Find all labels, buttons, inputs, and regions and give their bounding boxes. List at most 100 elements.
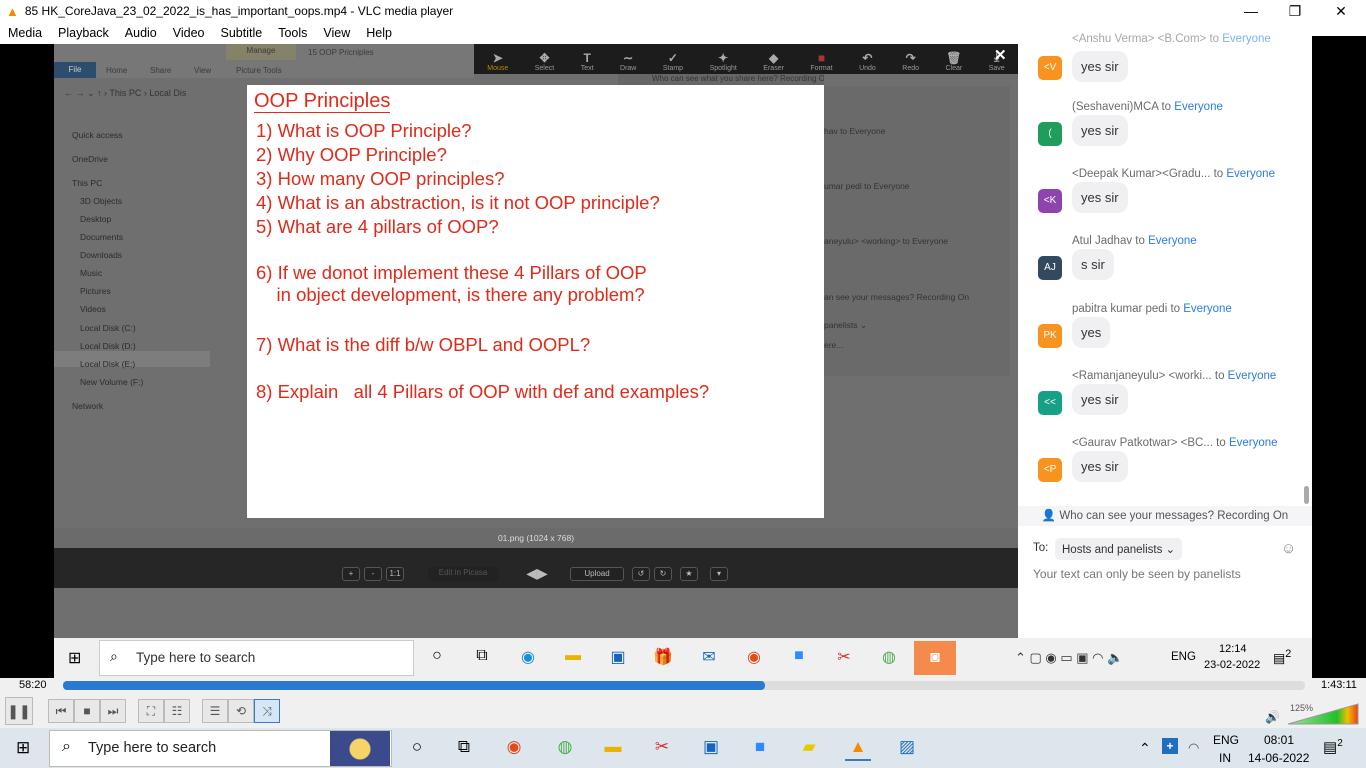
recipient-link[interactable]: Everyone [1226,168,1275,180]
minimize-button[interactable]: — [1228,0,1274,22]
slide-question: 8) Explain all 4 Pillars of OOP with def… [256,381,710,402]
clock-time[interactable]: 08:01 [1264,733,1294,747]
stamp-icon: ✓ [667,51,678,65]
previous-button[interactable]: ⏮ [48,699,74,723]
recipient-link[interactable]: Everyone [1222,33,1271,45]
playlist-button[interactable]: ☰ [202,699,228,723]
wifi-icon[interactable]: ◠ [1188,740,1199,756]
dropdown-icon: ▾ [710,567,728,581]
sender-name: <Gaurav Patkotwar> <BC... [1072,437,1213,449]
clock-date[interactable]: 14-06-2022 [1248,751,1309,765]
store-taskbar-icon[interactable]: ▣ [698,737,724,761]
recipient-link[interactable]: Everyone [1228,370,1277,382]
seek-bar[interactable] [63,681,1305,690]
windows-start-button[interactable]: ⊞ [16,738,30,758]
sender-name: (Seshaveni)MCA [1072,101,1159,113]
menu-view[interactable]: View [323,26,350,40]
sender-name: <Anshu Verma> <B.Com> [1072,33,1207,45]
message-sender: Atul Jadhav to Everyone [1072,235,1197,247]
message-bubble: yes sir [1072,115,1128,146]
message-sender: <Ramanjaneyulu> <worki... to Everyone [1072,370,1276,382]
upload-button: Upload [570,567,624,581]
menu-video[interactable]: Video [173,26,205,40]
volume-slider[interactable] [1286,702,1360,726]
annotate-clear-button: 🗑 Clear [946,51,963,72]
task-view-button[interactable]: ⧉ [451,737,477,761]
star-icon: ★ [680,567,698,581]
annotate-label: Stamp [662,65,684,72]
recipient-dropdown[interactable]: Hosts and panelists ⌄ [1055,538,1183,560]
annotate-label: Select [534,65,555,72]
menu-subtitle[interactable]: Subtitle [221,26,263,40]
next-button[interactable]: ⏭ [100,699,126,723]
annotate-format-button: ■ Format [810,51,832,72]
language-indicator[interactable]: ENG [1213,733,1239,747]
pause-button[interactable]: ❚❚ [5,697,33,725]
file-explorer-icon: ▬ [565,647,581,664]
record-app-icon: ◉ [747,649,761,666]
sidebar-item: Videos [80,304,106,314]
actual-size-button: 1:1 [386,567,404,581]
annotate-select-button: ✥ Select [535,51,554,72]
volume-icon[interactable]: 🔊 [1265,710,1280,724]
to-word: to [1211,369,1228,382]
close-button[interactable]: ✕ [1318,0,1364,22]
menu-tools[interactable]: Tools [278,26,307,40]
recipient-link[interactable]: Everyone [1174,101,1223,113]
sidebar-item: Pictures [80,286,111,296]
recorder-app-icon[interactable]: ◉ [501,737,527,761]
search-icon: ⌕ [110,648,118,664]
slide-question: 5) What are 4 pillars of OOP? [256,216,499,237]
annotation-toolbar: ➤ Mouse ✥ Select T Text ∼ Draw ✓ Stamp ✦ Spotlight ◆… [474,44,1018,74]
recipient-link[interactable]: Everyone [1148,235,1197,247]
to-word: to [1158,101,1175,113]
snipping-tool-icon[interactable]: ✂ [649,737,675,761]
avatar: AJ [1038,256,1062,281]
chrome-taskbar-icon[interactable]: ◍ [552,737,578,761]
photos-taskbar-icon[interactable]: ▨ [894,737,920,761]
bg-chat-banner: an see your messages? Recording On [824,292,970,302]
plus-tray-icon[interactable]: + [1162,738,1178,754]
cortana-button[interactable]: ○ [404,737,430,761]
notification-count: 2 [1337,738,1343,749]
sticky-notes-icon[interactable]: ▰ [796,737,822,761]
annotate-label: Save [988,65,1005,72]
slide-question: 1) What is OOP Principle? [256,120,472,141]
shuffle-button[interactable]: ⤨ [254,699,280,723]
sidebar-item: Local Disk (C:) [80,323,136,333]
stop-button[interactable]: ■ [74,699,100,723]
message-bubble: s sir [1072,249,1114,281]
loop-button[interactable]: ⟲ [228,699,254,723]
notification-button[interactable]: ▤2 [1323,738,1343,756]
recipient-link[interactable]: Everyone [1183,303,1232,315]
cortana-icon: ○ [432,647,442,664]
annotate-mouse-button: ➤ Mouse [487,51,508,72]
extended-settings-button[interactable]: ☷ [164,699,190,723]
recipient-link[interactable]: Everyone [1229,437,1278,449]
avatar: <P [1038,458,1062,482]
maximize-button[interactable]: ❐ [1272,0,1318,22]
address-path: ← → ⌄ ↑ › This PC › Local Dis [64,88,187,98]
file-explorer-taskbar-icon[interactable]: ▬ [600,737,626,761]
slide-title: OOP Principles [254,90,391,113]
message-sender: (Seshaveni)MCA to Everyone [1072,101,1223,113]
menu-media[interactable]: Media [8,26,42,40]
chat-scrollbar[interactable] [1304,486,1309,504]
zoom-taskbar-icon[interactable]: ■ [747,737,773,761]
menu-help[interactable]: Help [366,26,392,40]
vlc-taskbar-icon[interactable]: ▲ [845,737,871,761]
zoom-out-button: - [364,567,382,581]
annotate-label: Undo [859,65,876,72]
show-hidden-icons[interactable]: ⌃ [1139,740,1151,757]
draw-icon: ∼ [623,51,634,65]
clear-icon: 🗑 [946,51,962,65]
picasa-filename: 01.png (1024 x 768) [54,528,1018,548]
chat-input[interactable]: Your text can only be seen by panelists [1033,567,1241,581]
slide-image: OOP Principles 1) What is OOP Principle?… [247,85,824,518]
menu-audio[interactable]: Audio [125,26,157,40]
tab-view: View [194,66,212,75]
menu-playback[interactable]: Playback [58,26,109,40]
mail-icon: ✉ [702,649,716,666]
emoji-icon[interactable]: ☺ [1281,540,1296,557]
fullscreen-button[interactable]: ⛶ [138,699,164,723]
